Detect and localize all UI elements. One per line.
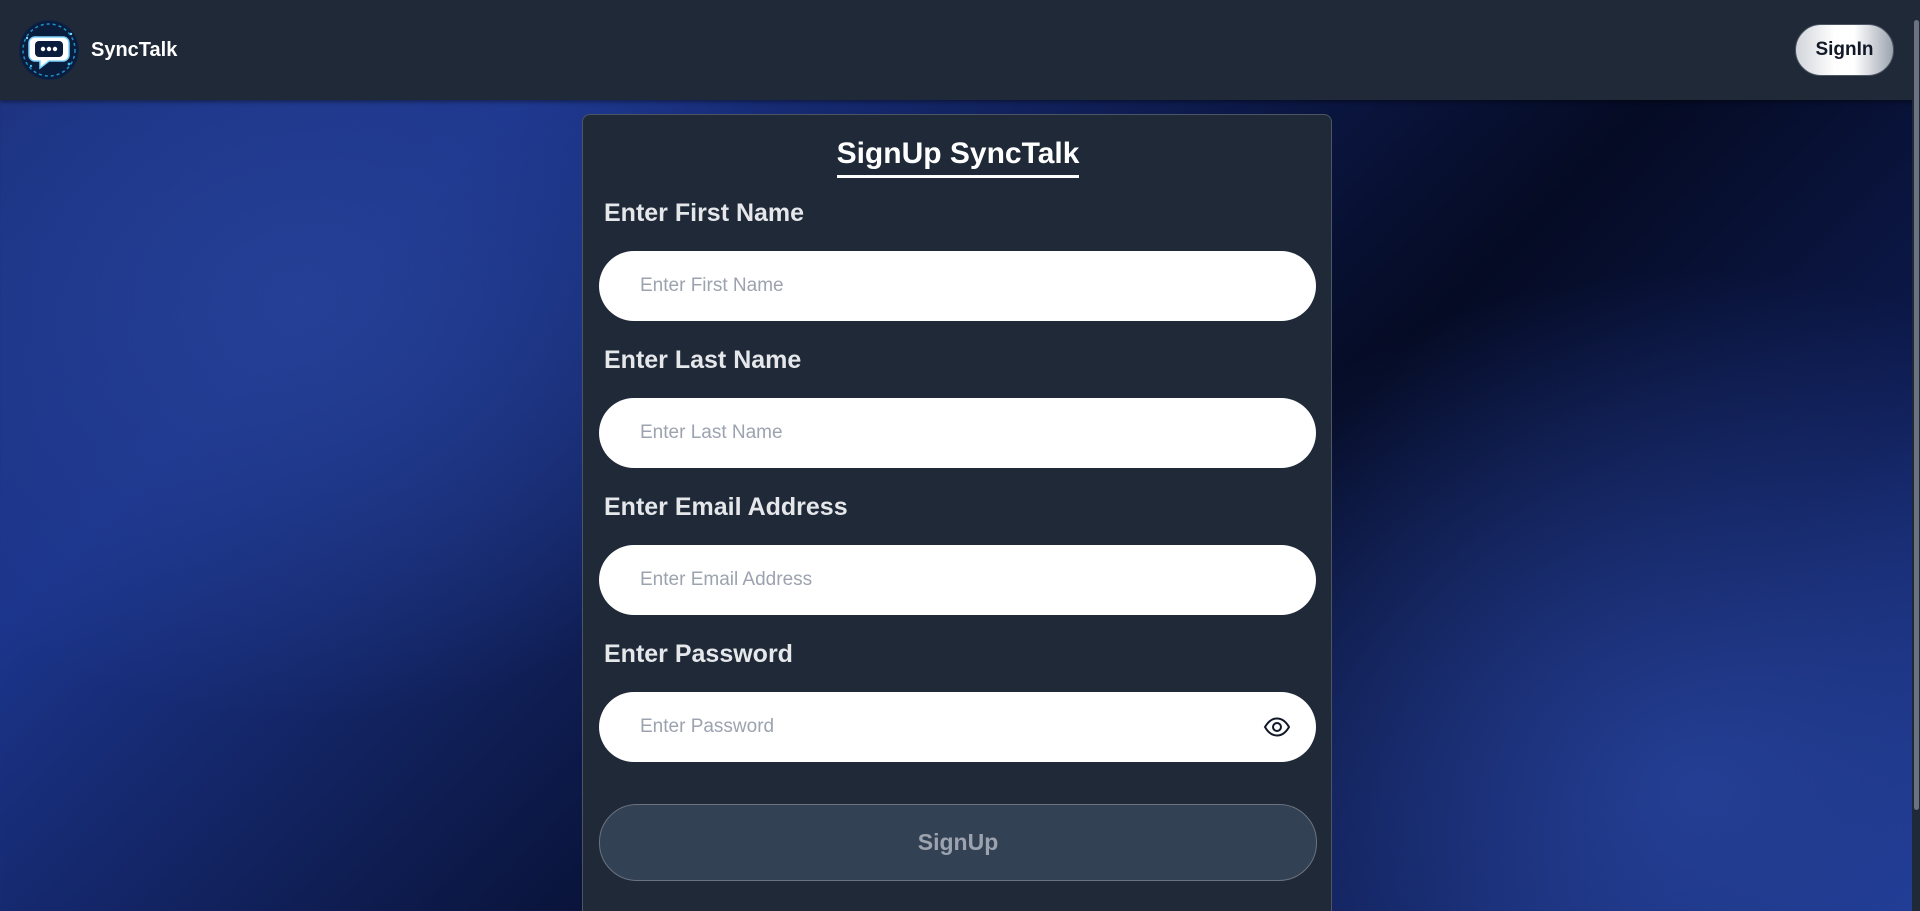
brand-name: SyncTalk bbox=[91, 38, 178, 61]
email-input[interactable] bbox=[599, 545, 1316, 615]
password-input[interactable] bbox=[599, 692, 1316, 762]
eye-icon[interactable] bbox=[1261, 711, 1293, 743]
top-navbar: SyncTalk SignIn bbox=[0, 0, 1920, 100]
email-label: Enter Email Address bbox=[604, 493, 848, 521]
first-name-label: Enter First Name bbox=[604, 199, 805, 227]
first-name-input[interactable] bbox=[599, 251, 1316, 321]
signin-button[interactable]: SignIn bbox=[1795, 24, 1894, 76]
form-title-wrap: SignUp SyncTalk bbox=[583, 135, 1333, 178]
password-label: Enter Password bbox=[604, 640, 793, 668]
last-name-label: Enter Last Name bbox=[604, 346, 802, 374]
page-scrollbar-thumb[interactable] bbox=[1914, 20, 1919, 810]
form-title: SignUp SyncTalk bbox=[836, 135, 1080, 178]
signup-button[interactable]: SignUp bbox=[599, 804, 1317, 881]
last-name-input[interactable] bbox=[599, 398, 1316, 468]
brand[interactable]: SyncTalk bbox=[19, 20, 177, 80]
signup-card: SignUp SyncTalk Enter First Name Enter L… bbox=[582, 114, 1332, 911]
synctalk-logo-icon bbox=[19, 20, 79, 80]
